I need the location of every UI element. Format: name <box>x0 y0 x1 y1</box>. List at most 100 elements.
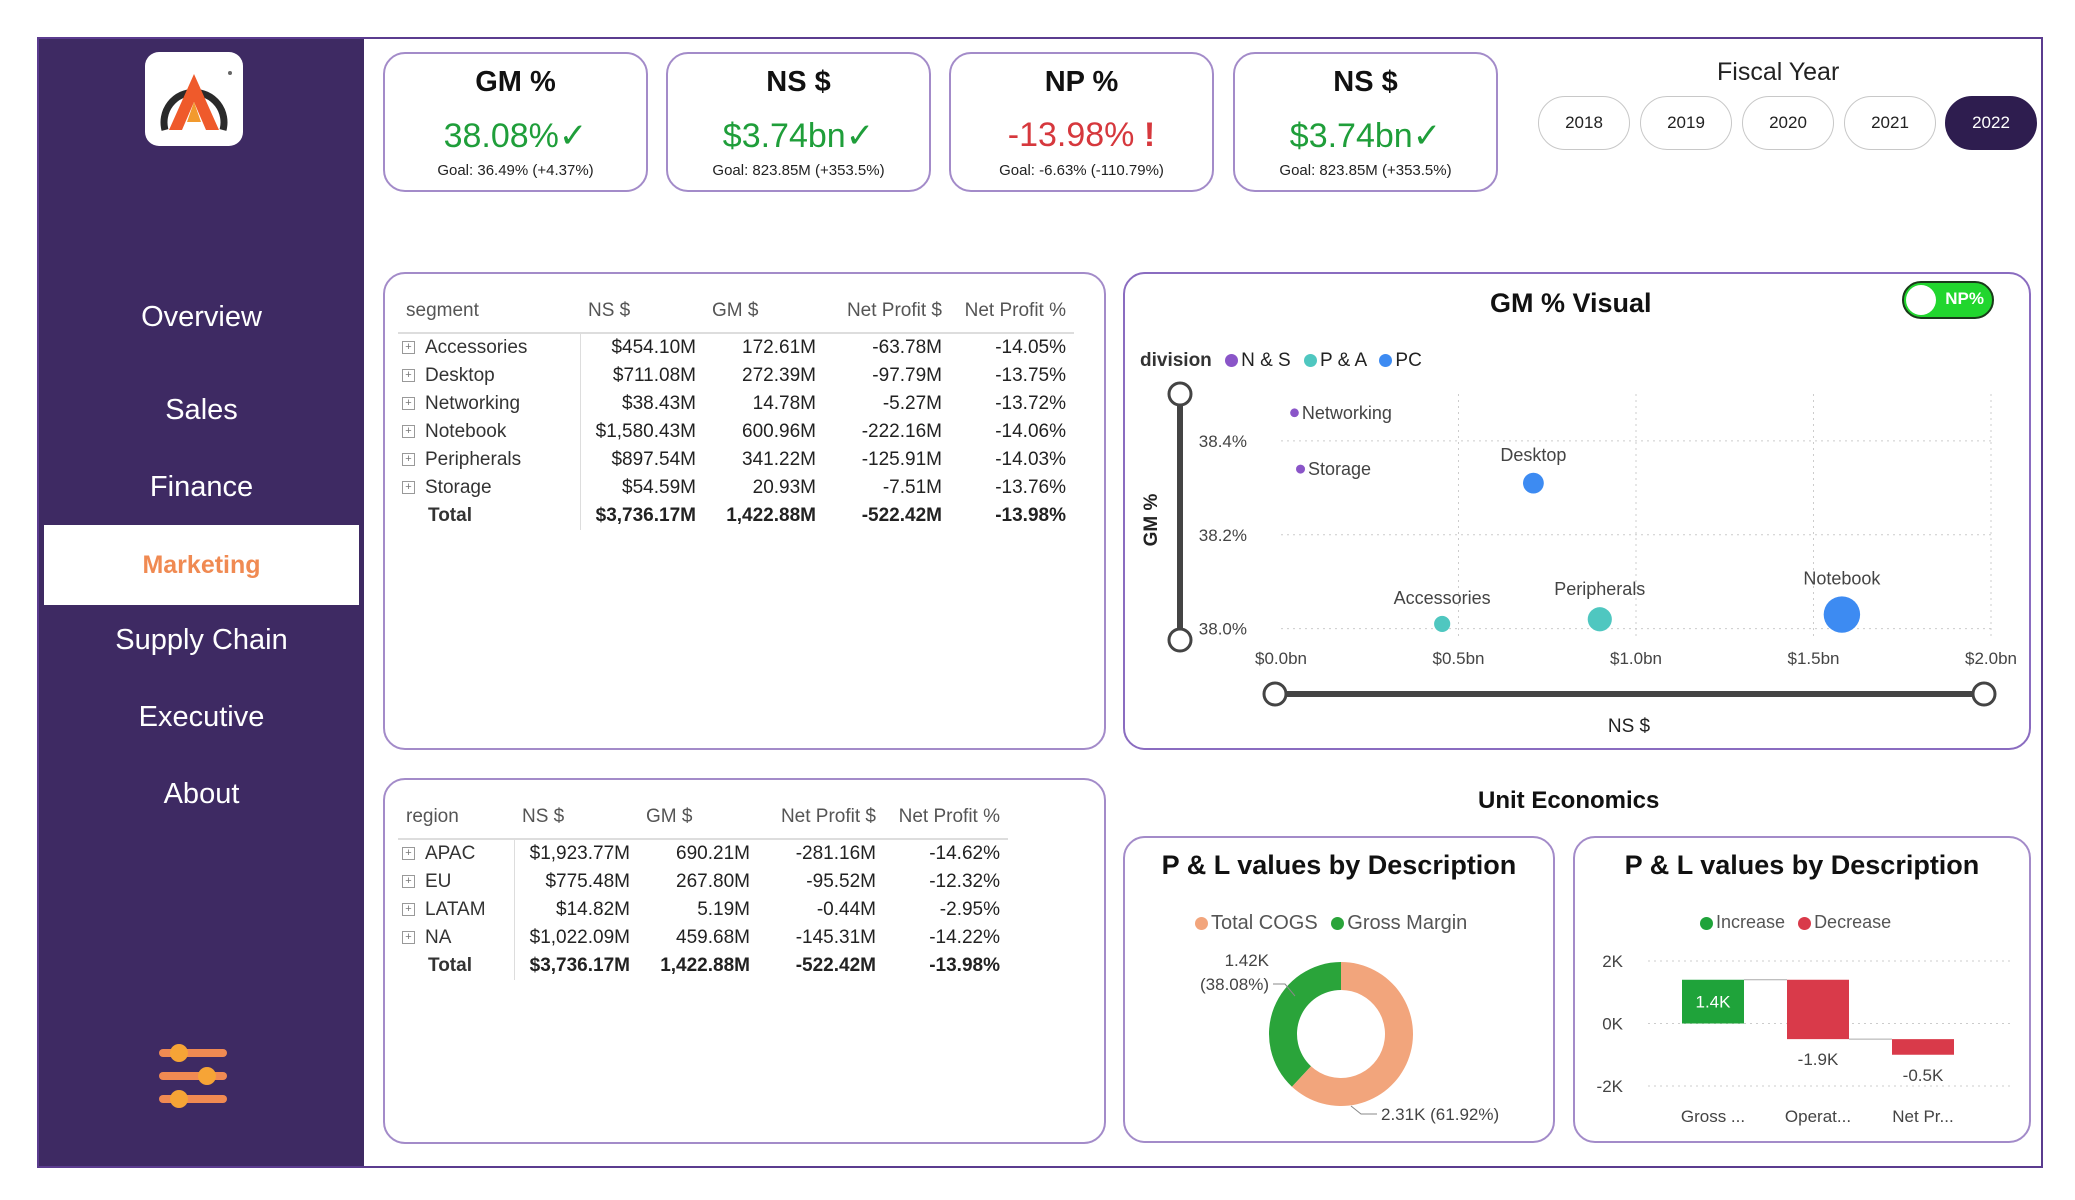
col-header-segment[interactable]: segment <box>398 282 580 334</box>
kpi-card-ns-2[interactable]: NS $ $3.74bn✓ Goal: 823.85M (+353.5%) <box>1233 52 1498 192</box>
row-label-text: Networking <box>425 393 521 414</box>
expand-plus-icon[interactable]: + <box>402 453 415 467</box>
segment-row[interactable]: + Accessories $454.10M 172.61M -63.78M -14.05… <box>398 333 1074 362</box>
filter-sliders-icon[interactable] <box>157 1041 229 1113</box>
expand-plus-icon[interactable]: + <box>402 341 415 355</box>
scatter-point[interactable] <box>1523 472 1544 494</box>
expand-plus-icon[interactable]: + <box>402 931 415 945</box>
kpi-card-gm[interactable]: GM % 38.08%✓ Goal: 36.49% (+4.37%) <box>383 52 648 192</box>
scatter-point[interactable] <box>1296 464 1306 474</box>
nav-marketing[interactable]: Marketing <box>44 525 359 605</box>
fy-2019-button[interactable]: 2019 <box>1640 96 1732 150</box>
donut-chart: 1.42K (38.08%) 2.31K (61.92%) <box>1200 951 1499 1124</box>
expand-plus-icon[interactable]: + <box>402 875 415 889</box>
col-header-region[interactable]: region <box>398 788 514 840</box>
nav-supply-chain[interactable]: Supply Chain <box>39 624 364 657</box>
table-cell: 5.19M <box>697 899 750 920</box>
table-header-row: segment NS $ GM $ Net Profit $ Net Profi… <box>398 282 1074 334</box>
legend-label[interactable]: P & A <box>1320 350 1366 371</box>
expand-plus-icon[interactable]: + <box>402 425 415 439</box>
segment-row[interactable]: + Networking $38.43M 14.78M -5.27M -13.72% <box>398 390 1074 418</box>
y-range-slider-handle-bottom[interactable] <box>1167 627 1193 653</box>
expand-plus-icon[interactable]: + <box>402 847 415 861</box>
scatter-point[interactable] <box>1587 607 1612 632</box>
kpi-value: $3.74bn✓ <box>1289 117 1442 155</box>
waterfall-bar[interactable] <box>1787 979 1849 1040</box>
total-cell: -522.42M <box>795 955 876 976</box>
table-cell: -13.75% <box>995 365 1066 386</box>
col-header-net-profit[interactable]: Net Profit $ <box>758 788 884 840</box>
scatter-point[interactable] <box>1823 596 1861 633</box>
row-label: + APAC <box>398 839 515 868</box>
fy-2018-button[interactable]: 2018 <box>1538 96 1630 150</box>
kpi-title: NS $ <box>1333 66 1398 98</box>
expand-plus-icon[interactable]: + <box>402 481 415 495</box>
y-range-slider-handle-top[interactable] <box>1167 381 1193 407</box>
app-logo[interactable] <box>145 52 243 146</box>
row-label: + EU <box>398 868 515 896</box>
kpi-goal: Goal: 36.49% (+4.37%) <box>437 162 594 179</box>
nav-finance[interactable]: Finance <box>39 471 364 504</box>
col-header-gm[interactable]: GM $ <box>638 788 758 840</box>
waterfall-data-label: 1.4K <box>1696 993 1732 1012</box>
y-tick-label: 38.2% <box>1199 526 1247 545</box>
kpi-goal: Goal: 823.85M (+353.5%) <box>712 162 885 179</box>
legend-dot-pa <box>1303 354 1317 368</box>
kpi-card-ns[interactable]: NS $ $3.74bn✓ Goal: 823.85M (+353.5%) <box>666 52 931 192</box>
table-cell: -281.16M <box>795 843 876 864</box>
segment-row[interactable]: + Notebook $1,580.43M 600.96M -222.16M -14.06… <box>398 418 1074 446</box>
table-cell: 690.21M <box>676 843 750 864</box>
col-header-gm[interactable]: GM $ <box>704 282 824 334</box>
nav-executive[interactable]: Executive <box>39 701 364 734</box>
waterfall-bar[interactable] <box>1892 1039 1954 1055</box>
nav-marketing-label: Marketing <box>142 551 261 579</box>
table-cell: -0.44M <box>816 899 876 920</box>
expand-plus-icon[interactable]: + <box>402 397 415 411</box>
table-total-row: Total $3,736.17M 1,422.88M -522.42M -13.98% <box>398 502 1074 530</box>
segment-row[interactable]: + Storage $54.59M 20.93M -7.51M -13.76% <box>398 474 1074 502</box>
x-range-slider-handle-left[interactable] <box>1262 681 1288 707</box>
col-header-net-profit-pct[interactable]: Net Profit % <box>950 282 1074 334</box>
table-cell: -13.76% <box>995 477 1066 498</box>
kpi-title: NS $ <box>766 66 831 98</box>
nav-sales[interactable]: Sales <box>39 394 364 427</box>
nav-about[interactable]: About <box>39 778 364 811</box>
x-range-slider-handle-right[interactable] <box>1971 681 1997 707</box>
table-cell: -97.79M <box>872 365 942 386</box>
donut-leader-cogs <box>1350 1105 1377 1115</box>
table-cell: $711.08M <box>612 365 696 386</box>
col-header-net-profit[interactable]: Net Profit $ <box>824 282 950 334</box>
kpi-card-np[interactable]: NP % -13.98% ! Goal: -6.63% (-110.79%) <box>949 52 1214 192</box>
x-tick-label: $1.5bn <box>1788 649 1840 668</box>
segment-row[interactable]: + Desktop $711.08M 272.39M -97.79M -13.75% <box>398 362 1074 390</box>
fy-2020-button[interactable]: 2020 <box>1742 96 1834 150</box>
fy-2021-button[interactable]: 2021 <box>1844 96 1936 150</box>
region-row[interactable]: + EU $775.48M 267.80M -95.52M -12.32% <box>398 868 1008 896</box>
np-toggle[interactable]: NP% <box>1902 281 1994 319</box>
region-row[interactable]: + LATAM $14.82M 5.19M -0.44M -2.95% <box>398 896 1008 924</box>
total-cell: -522.42M <box>861 505 942 526</box>
col-header-net-profit-pct[interactable]: Net Profit % <box>884 788 1008 840</box>
total-cell: 1,422.88M <box>660 955 750 976</box>
region-row[interactable]: + APAC $1,923.77M 690.21M -281.16M -14.62% <box>398 839 1008 868</box>
table-cell: -222.16M <box>861 421 942 442</box>
legend-label[interactable]: N & S <box>1241 350 1291 371</box>
scatter-point[interactable] <box>1434 615 1451 633</box>
segment-row[interactable]: + Peripherals $897.54M 341.22M -125.91M -14.0… <box>398 446 1074 474</box>
nav-overview[interactable]: Overview <box>39 301 364 334</box>
scatter-chart: GM % NS $ 38.4% 38.2% 38.0% $0.0bn $0.5bn $1.… <box>1141 381 2017 737</box>
fy-2022-button[interactable]: 2022 <box>1945 96 2037 150</box>
legend-label[interactable]: PC <box>1395 350 1421 371</box>
expand-plus-icon[interactable]: + <box>402 903 415 917</box>
col-header-ns[interactable]: NS $ <box>514 788 638 840</box>
region-row[interactable]: + NA $1,022.09M 459.68M -145.31M -14.22% <box>398 924 1008 952</box>
row-label: + Storage <box>398 474 581 502</box>
table-cell: 14.78M <box>752 393 816 414</box>
row-label-text: LATAM <box>425 899 486 920</box>
table-cell: -145.31M <box>795 927 876 948</box>
y-tick-label: 2K <box>1602 952 1623 971</box>
col-header-ns[interactable]: NS $ <box>580 282 704 334</box>
scatter-point[interactable] <box>1290 408 1299 418</box>
expand-plus-icon[interactable]: + <box>402 369 415 383</box>
donut-slice[interactable] <box>1269 962 1341 1087</box>
